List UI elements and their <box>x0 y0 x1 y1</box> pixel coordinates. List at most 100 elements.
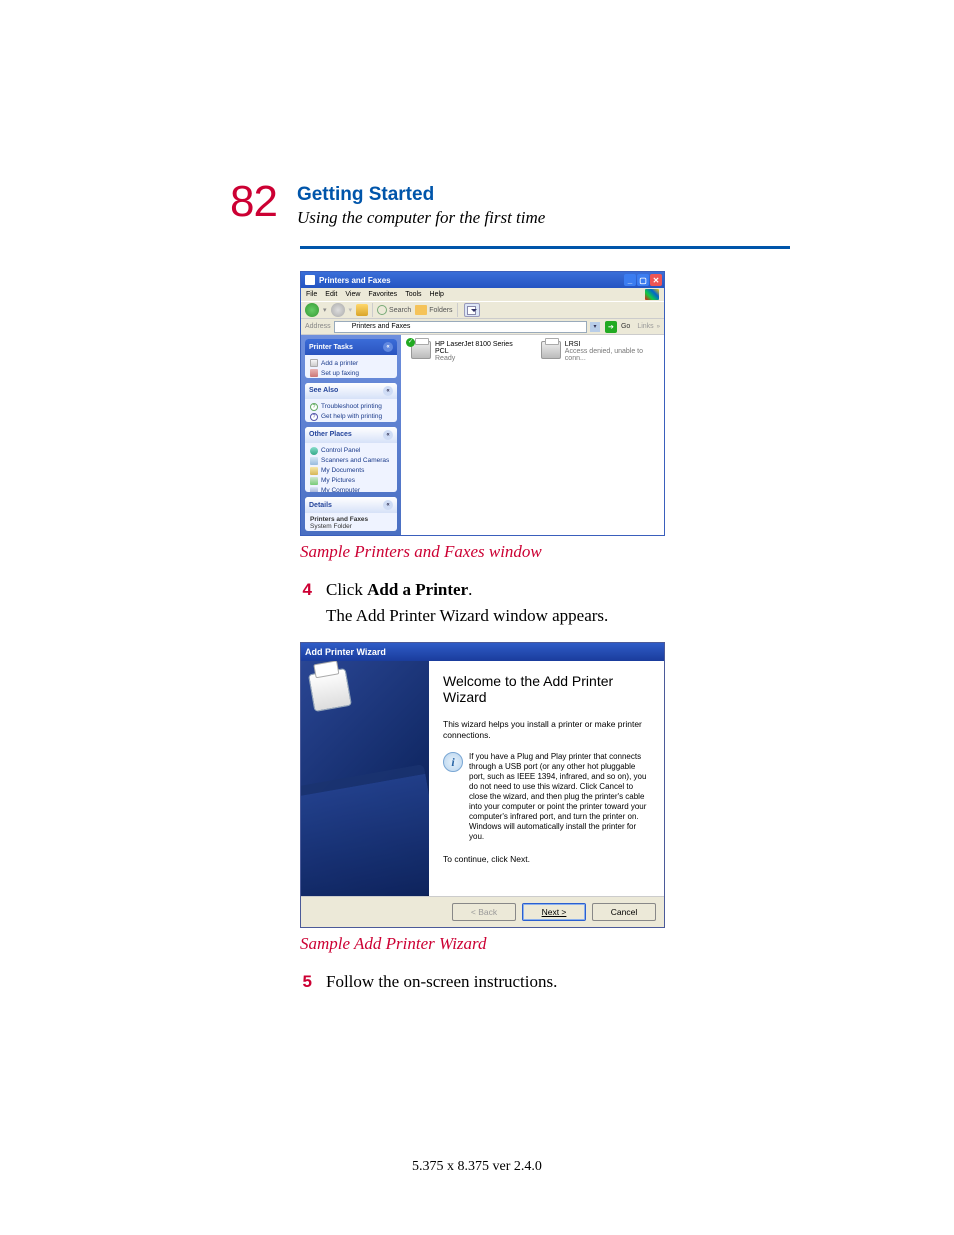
help-icon: ? <box>310 413 318 421</box>
see-troubleshoot[interactable]: ?Troubleshoot printing <box>310 402 392 412</box>
folder-icon <box>415 305 427 315</box>
printer-status: Access denied, unable to conn... <box>565 348 658 362</box>
details-name: Printers and Faxes <box>310 516 392 523</box>
step-4-followup: The Add Printer Wizard window appears. <box>326 606 790 626</box>
printer-item[interactable]: ✓ HP LaserJet 8100 Series PCL Ready <box>411 341 521 362</box>
address-bar: Address Printers and Faxes ▾ ➔ Go Links … <box>301 319 664 335</box>
question-icon: ? <box>310 403 318 411</box>
chevron-icon: « <box>383 386 393 396</box>
other-places-header[interactable]: Other Places« <box>305 427 397 443</box>
default-check-icon: ✓ <box>406 338 415 347</box>
address-icon <box>337 323 345 331</box>
titlebar[interactable]: Printers and Faxes _ ▢ ✕ <box>301 272 664 288</box>
place-documents[interactable]: My Documents <box>310 466 392 476</box>
folders-button[interactable]: Folders <box>415 305 452 315</box>
printer-item[interactable]: LRSI Access denied, unable to conn... <box>541 341 658 362</box>
details-panel: Details« Printers and Faxes System Folde… <box>305 497 397 531</box>
printer-icon <box>541 341 561 359</box>
go-button[interactable]: ➔ <box>605 321 617 333</box>
windows-logo-icon <box>645 289 659 300</box>
details-type: System Folder <box>310 523 352 530</box>
step-number-5: 5 <box>300 972 312 992</box>
printer-tasks-panel: Printer Tasks« Add a printer Set up faxi… <box>305 339 397 378</box>
printer-status: Ready <box>435 355 521 362</box>
toolbar: ▾ ▾ Search Folders <box>301 301 664 319</box>
next-button[interactable]: Next > <box>522 903 586 921</box>
printers-faxes-window: Printers and Faxes _ ▢ ✕ File Edit View … <box>300 271 665 536</box>
wizard-continue-text: To continue, click Next. <box>443 854 650 865</box>
menu-file[interactable]: File <box>306 291 317 298</box>
section-title: Getting Started <box>297 184 545 206</box>
place-computer[interactable]: My Computer <box>310 486 392 492</box>
wizard-info-text: If you have a Plug and Play printer that… <box>469 752 650 842</box>
cancel-button[interactable]: Cancel <box>592 903 656 921</box>
views-button[interactable] <box>464 303 480 317</box>
menu-favorites[interactable]: Favorites <box>368 291 397 298</box>
documents-icon <box>310 467 318 475</box>
address-text: Printers and Faxes <box>352 323 411 330</box>
menu-view[interactable]: View <box>345 291 360 298</box>
control-panel-icon <box>310 447 318 455</box>
place-control-panel[interactable]: Control Panel <box>310 446 392 456</box>
printer-graphic-large <box>301 764 429 896</box>
search-button[interactable]: Search <box>377 305 411 315</box>
step-number-4: 4 <box>300 580 312 600</box>
printer-name: LRSI <box>565 341 658 348</box>
details-header[interactable]: Details« <box>305 497 397 513</box>
section-subtitle: Using the computer for the first time <box>297 208 545 228</box>
go-label: Go <box>621 323 630 330</box>
printer-icon: ✓ <box>411 341 431 359</box>
menu-tools[interactable]: Tools <box>405 291 421 298</box>
minimize-button[interactable]: _ <box>624 274 636 286</box>
close-button[interactable]: ✕ <box>650 274 662 286</box>
forward-button[interactable] <box>331 303 345 317</box>
chevron-icon: « <box>383 500 393 510</box>
computer-icon <box>310 487 318 492</box>
menu-help[interactable]: Help <box>430 291 444 298</box>
printer-graphic-icon <box>308 668 352 712</box>
address-input[interactable]: Printers and Faxes <box>334 321 587 333</box>
titlebar-title: Printers and Faxes <box>319 276 624 285</box>
search-icon <box>377 305 387 315</box>
wizard-side-graphic <box>301 661 429 896</box>
page-number: 82 <box>230 180 277 224</box>
wizard-titlebar[interactable]: Add Printer Wizard <box>301 643 664 661</box>
place-pictures[interactable]: My Pictures <box>310 476 392 486</box>
header-rule <box>300 246 790 249</box>
wizard-title: Add Printer Wizard <box>305 647 386 657</box>
fax-icon <box>310 369 318 377</box>
wizard-heading: Welcome to the Add Printer Wizard <box>443 673 650 705</box>
menu-bar: File Edit View Favorites Tools Help <box>301 288 664 301</box>
wizard-intro-text: This wizard helps you install a printer … <box>443 719 650 740</box>
address-label: Address <box>305 323 331 330</box>
step-5-text: Follow the on-screen instructions. <box>326 972 790 992</box>
back-button[interactable] <box>305 303 319 317</box>
info-icon: i <box>443 752 463 772</box>
sidebar: Printer Tasks« Add a printer Set up faxi… <box>301 335 401 535</box>
figure-caption-2: Sample Add Printer Wizard <box>300 934 790 954</box>
titlebar-icon <box>305 275 315 285</box>
back-button: < Back <box>452 903 516 921</box>
see-also-panel: See Also« ?Troubleshoot printing ?Get he… <box>305 383 397 422</box>
task-setup-faxing[interactable]: Set up faxing <box>310 368 392 378</box>
see-also-header[interactable]: See Also« <box>305 383 397 399</box>
pictures-icon <box>310 477 318 485</box>
address-dropdown[interactable]: ▾ <box>590 322 600 332</box>
links-button[interactable]: Links <box>637 323 653 330</box>
other-places-panel: Other Places« Control Panel Scanners and… <box>305 427 397 492</box>
printer-name: HP LaserJet 8100 Series PCL <box>435 341 521 355</box>
see-help[interactable]: ?Get help with printing <box>310 412 392 422</box>
wizard-button-row: < Back Next > Cancel <box>301 896 664 927</box>
up-button[interactable] <box>356 304 368 316</box>
scanner-icon <box>310 457 318 465</box>
printer-tasks-header[interactable]: Printer Tasks« <box>305 339 397 355</box>
page-footer: 5.375 x 8.375 ver 2.4.0 <box>0 1159 954 1175</box>
place-scanners[interactable]: Scanners and Cameras <box>310 456 392 466</box>
step-4-text: Click Add a Printer. <box>326 580 790 600</box>
menu-edit[interactable]: Edit <box>325 291 337 298</box>
maximize-button[interactable]: ▢ <box>637 274 649 286</box>
chevron-icon: « <box>383 430 393 440</box>
chevron-icon: « <box>383 342 393 352</box>
add-printer-wizard-window: Add Printer Wizard Welcome to the Add Pr… <box>300 642 665 928</box>
task-add-printer[interactable]: Add a printer <box>310 358 392 368</box>
